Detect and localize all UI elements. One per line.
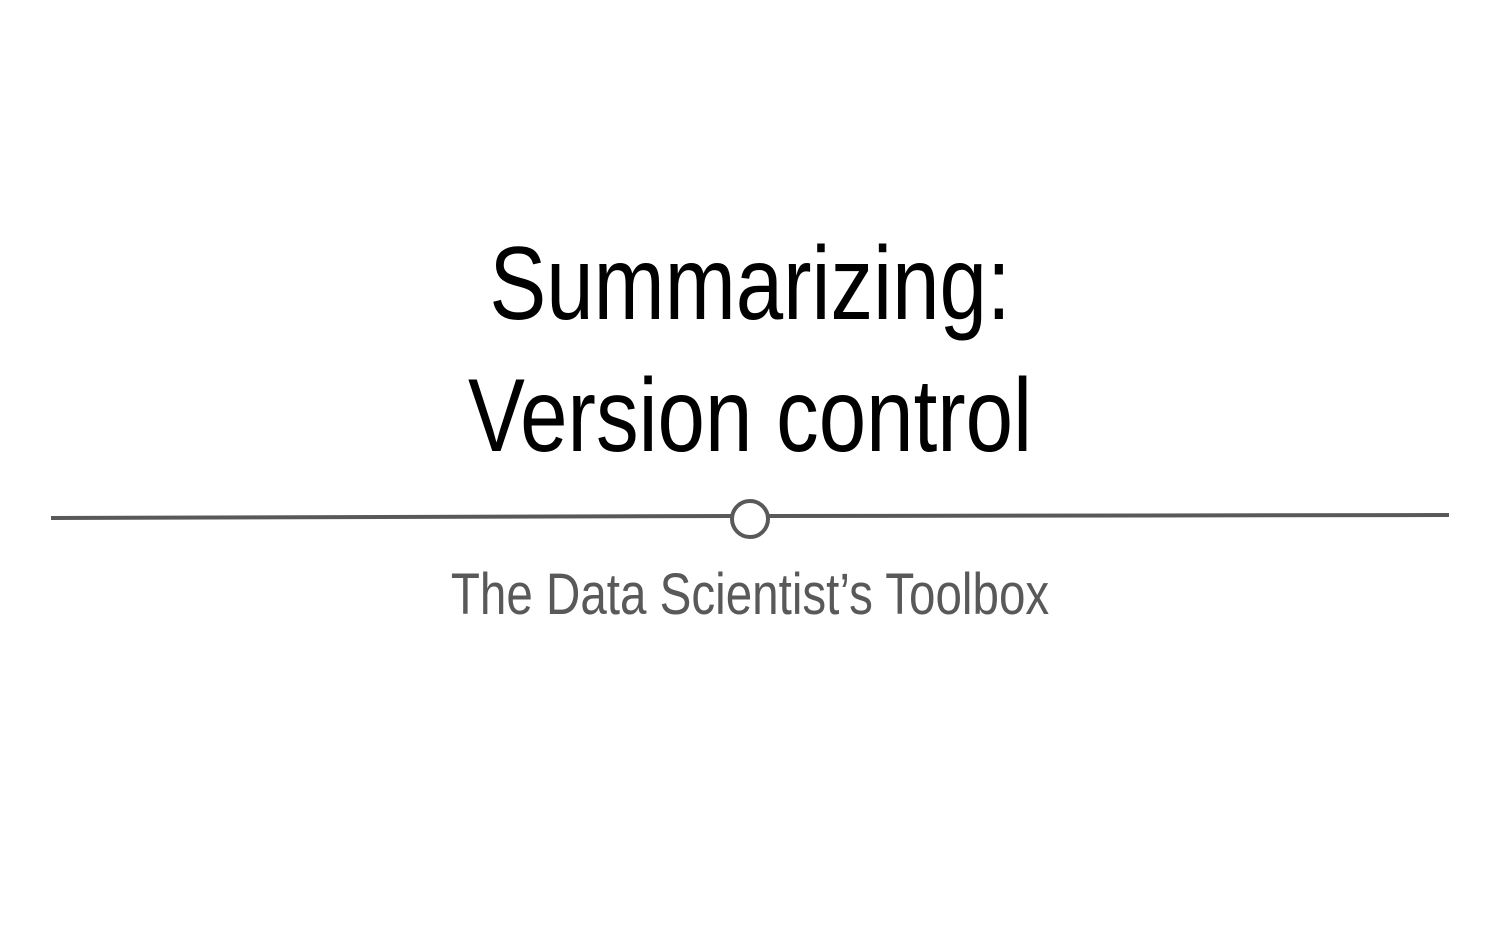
slide-subtitle: The Data Scientist’s Toolbox: [450, 562, 1050, 627]
divider-line-right: [767, 513, 1450, 518]
divider-with-circle: [50, 499, 1450, 539]
slide-title-line-2: Version control: [467, 358, 1033, 474]
divider-circle-icon: [730, 499, 770, 539]
slide-title: Summarizing: Version control: [135, 218, 1365, 482]
slide-title-line-1: Summarizing:: [489, 226, 1011, 342]
title-slide: Summarizing: Version control The Data Sc…: [0, 0, 1500, 938]
divider-line-left: [50, 514, 733, 520]
